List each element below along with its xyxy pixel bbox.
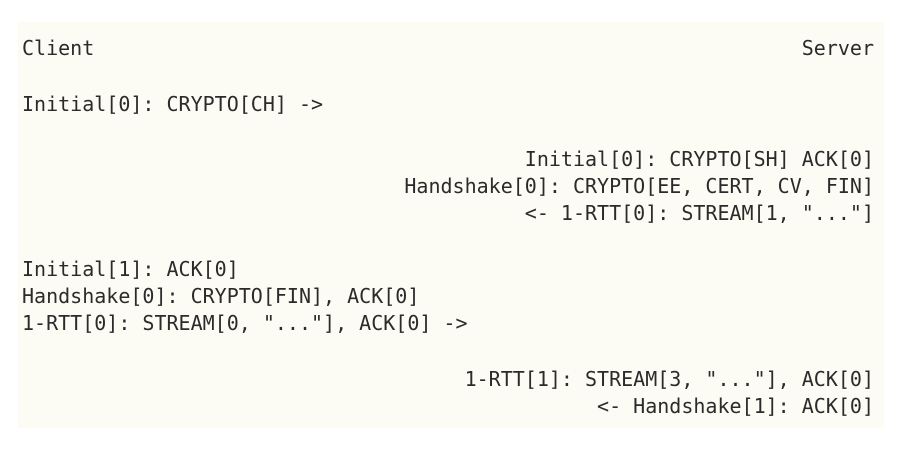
server-flight-1-line-2: Handshake[0]: CRYPTO[EE, CERT, CV, FIN]	[404, 174, 874, 198]
server-flight-2-line-1: 1-RTT[1]: STREAM[3, "..."], ACK[0]	[464, 367, 874, 391]
server-flight-2-line-2: <- Handshake[1]: ACK[0]	[597, 394, 874, 418]
client-flight-1-line-1: Initial[0]: CRYPTO[CH] ->	[22, 92, 324, 116]
client-flight-2-line-1: Initial[1]: ACK[0]	[22, 257, 239, 281]
client-flight-2-line-3: 1-RTT[0]: STREAM[0, "..."], ACK[0] ->	[22, 311, 468, 335]
server-flight-1-line-3: <- 1-RTT[0]: STREAM[1, "..."]	[524, 201, 874, 225]
client-flight-2-line-2: Handshake[0]: CRYPTO[FIN], ACK[0]	[22, 284, 420, 308]
server-flight-1-line-1: Initial[0]: CRYPTO[SH] ACK[0]	[524, 147, 874, 171]
server-label: Server	[801, 36, 874, 60]
handshake-diagram-panel: Client Server Initial[0]: CRYPTO[CH] -> …	[18, 22, 884, 428]
client-label: Client	[22, 36, 95, 60]
